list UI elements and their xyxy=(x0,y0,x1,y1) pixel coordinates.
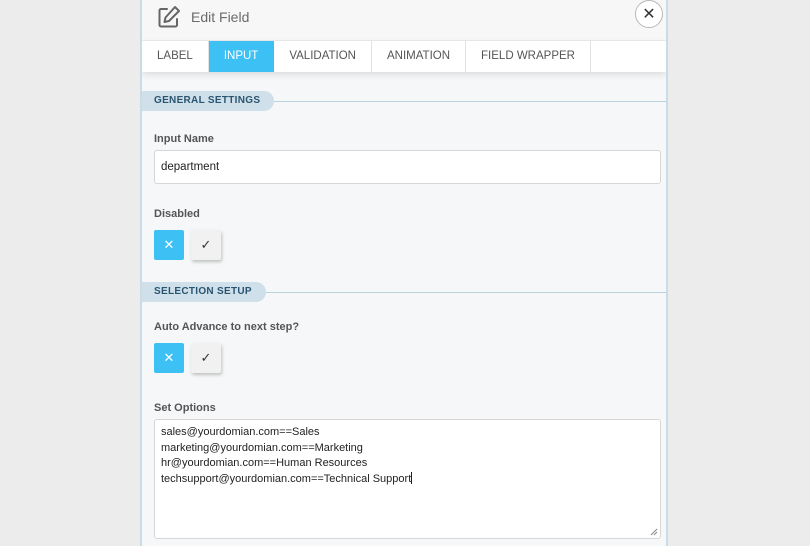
x-icon: ✕ xyxy=(163,237,175,252)
check-icon: ✓ xyxy=(200,237,212,252)
close-icon: ✕ xyxy=(642,6,656,23)
disabled-no-button[interactable]: ✕ xyxy=(154,230,184,260)
disabled-toggle: ✕ ✓ xyxy=(154,230,222,260)
auto-advance-label: Auto Advance to next step? xyxy=(154,321,300,333)
tab-animation[interactable]: ANIMATION xyxy=(372,41,467,72)
text-caret xyxy=(411,471,413,484)
check-icon: ✓ xyxy=(200,350,212,365)
disabled-yes-button[interactable]: ✓ xyxy=(191,230,221,260)
tab-bar: LABEL INPUT VALIDATION ANIMATION FIELD W… xyxy=(142,40,666,72)
option-line: sales@yourdomian.com==Sales xyxy=(161,426,320,438)
edit-field-panel: Edit Field ✕ LABEL INPUT VALIDATION ANIM… xyxy=(140,0,668,546)
edit-pencil-square-icon xyxy=(158,6,180,28)
tab-validation[interactable]: VALIDATION xyxy=(274,41,372,72)
resize-grip-icon[interactable] xyxy=(650,528,658,536)
auto-advance-no-button[interactable]: ✕ xyxy=(154,343,184,373)
option-line: marketing@yourdomian.com==Marketing xyxy=(161,441,363,454)
auto-advance-yes-button[interactable]: ✓ xyxy=(191,343,221,373)
section-heading-selection-setup: SELECTION SETUP xyxy=(142,282,266,302)
panel-header: Edit Field ✕ xyxy=(142,0,666,40)
tab-input[interactable]: INPUT xyxy=(208,41,275,72)
x-icon: ✕ xyxy=(163,350,175,365)
disabled-label: Disabled xyxy=(154,208,200,220)
tab-field-wrapper[interactable]: FIELD WRAPPER xyxy=(466,41,591,72)
close-button[interactable]: ✕ xyxy=(635,0,663,28)
input-name-label: Input Name xyxy=(154,133,214,145)
input-name-field[interactable]: department xyxy=(154,150,661,184)
panel-title: Edit Field xyxy=(191,9,250,25)
option-line: techsupport@yourdomian.com==Technical Su… xyxy=(161,472,412,485)
auto-advance-toggle: ✕ ✓ xyxy=(154,343,222,373)
option-line: hr@yourdomian.com==Human Resources xyxy=(161,457,368,469)
set-options-label: Set Options xyxy=(154,402,216,414)
section-heading-general-settings: GENERAL SETTINGS xyxy=(142,91,275,111)
set-options-textarea[interactable]: sales@yourdomian.com==Sales marketing@yo… xyxy=(154,419,661,539)
tab-label[interactable]: LABEL xyxy=(142,41,209,72)
